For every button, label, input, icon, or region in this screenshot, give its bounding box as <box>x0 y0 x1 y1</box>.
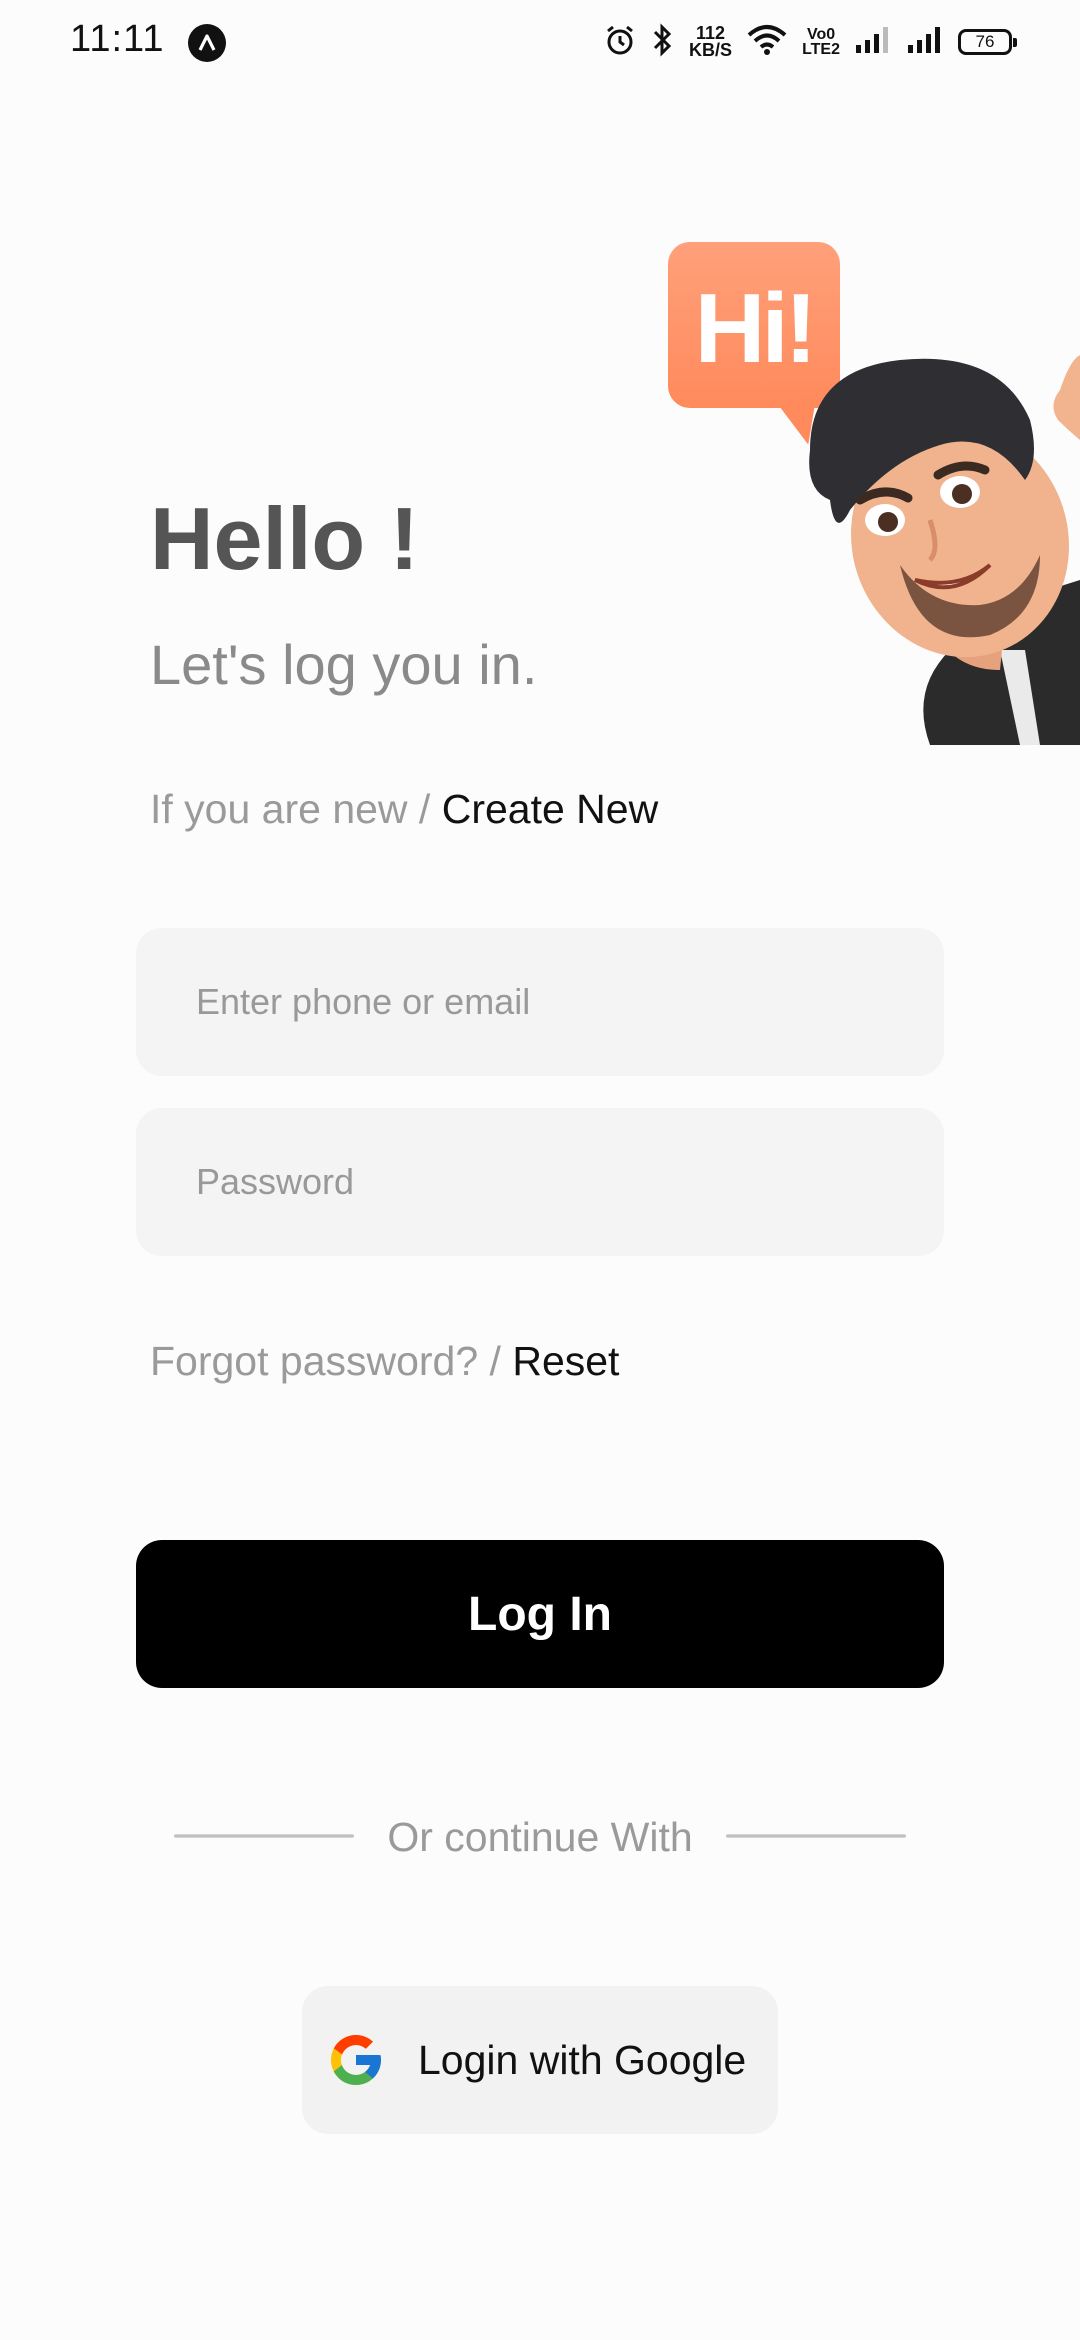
signup-prompt: If you are new / Create New <box>150 786 658 833</box>
network-speed: 112 KB/S <box>689 24 733 60</box>
divider-text: Or continue With <box>387 1814 693 1860</box>
google-login-button[interactable]: Login with Google <box>302 1986 778 2134</box>
login-screen: 11:11 112 KB/S Vo0 LTE2 76 Hi! Hello ! L… <box>0 0 1080 2340</box>
signal-icon <box>906 25 944 60</box>
create-new-link[interactable]: Create New <box>442 786 658 832</box>
page-title: Hello ! <box>150 489 419 588</box>
status-time: 11:11 <box>70 18 165 60</box>
signup-prompt-text: If you are new / <box>150 786 442 832</box>
volte-top: Vo0 <box>806 26 836 43</box>
login-button[interactable]: Log In <box>136 1540 944 1688</box>
forgot-password-row: Forgot password? / Reset <box>150 1338 619 1385</box>
password-input[interactable] <box>136 1108 944 1256</box>
divider-line-right <box>726 1834 906 1838</box>
app-notification-icon <box>188 24 226 62</box>
volte-indicator: Vo0 LTE2 <box>802 26 840 58</box>
alarm-icon <box>603 23 637 62</box>
reset-password-link[interactable]: Reset <box>512 1338 619 1384</box>
forgot-password-text: Forgot password? / <box>150 1338 513 1384</box>
battery-icon: 76 <box>958 29 1017 55</box>
page-subtitle: Let's log you in. <box>150 633 538 696</box>
email-phone-input[interactable] <box>136 928 944 1076</box>
wifi-icon <box>746 23 788 62</box>
continue-with-divider: Or continue With <box>0 1814 1080 1864</box>
waving-avatar-icon <box>809 355 1080 745</box>
network-speed-unit: KB/S <box>689 40 733 60</box>
status-icons: 112 KB/S Vo0 LTE2 76 <box>603 18 1017 66</box>
google-login-label: Login with Google <box>418 2036 747 2083</box>
signal-icon <box>854 25 892 60</box>
status-bar: 11:11 112 KB/S Vo0 LTE2 76 <box>0 0 1080 84</box>
google-icon <box>331 2035 381 2085</box>
bluetooth-icon <box>651 22 675 63</box>
volte-bottom: LTE2 <box>802 41 840 58</box>
